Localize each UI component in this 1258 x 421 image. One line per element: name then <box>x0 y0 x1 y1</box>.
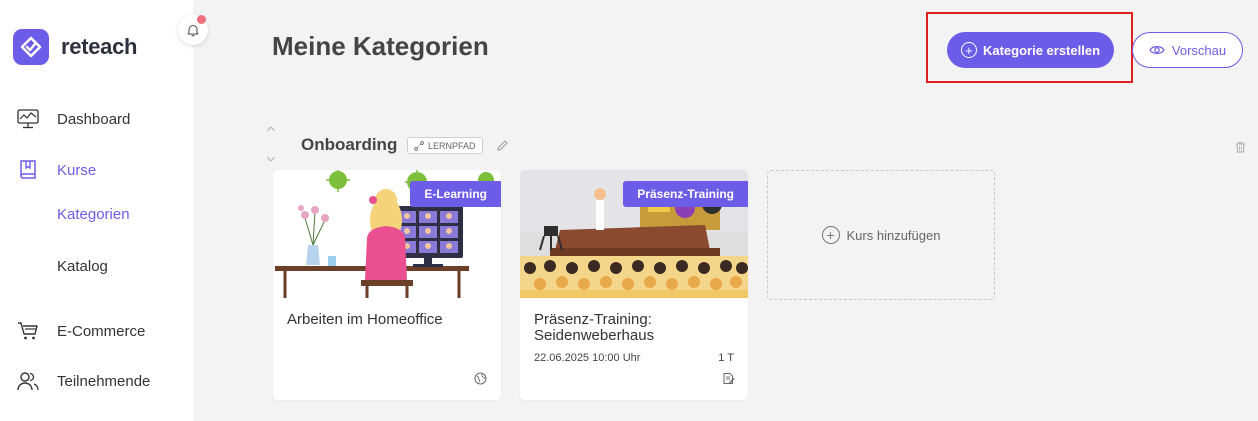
notification-dot <box>197 15 206 24</box>
plus-circle-icon: + <box>821 226 840 244</box>
path-icon <box>414 140 424 151</box>
sidebar: reteach Dashboard Kurse Kategorien Katal… <box>0 0 193 421</box>
logo-icon <box>13 29 49 65</box>
globe-icon <box>474 372 487 390</box>
course-card-homeoffice[interactable]: E-Learning Arbeiten im Homeoffice <box>273 170 501 400</box>
course-title-line1: Präsenz-Training: <box>534 311 652 328</box>
sidebar-item-label: E-Commerce <box>57 322 146 340</box>
bell-icon <box>187 24 199 37</box>
sidebar-item-label: Kurse <box>57 161 97 179</box>
sidebar-subitem-katalog[interactable]: Katalog <box>57 258 108 275</box>
book-icon <box>16 158 40 182</box>
course-type-tag: Präsenz-Training <box>623 181 748 207</box>
add-course-label: Kurs hinzufügen <box>846 227 941 243</box>
learning-path-badge: LERNPFAD <box>407 137 483 154</box>
sidebar-item-dashboard[interactable]: Dashboard <box>16 107 130 131</box>
course-type-tag: E-Learning <box>410 181 501 207</box>
course-title: Arbeiten im Homeoffice <box>287 311 443 328</box>
course-image: Präsenz-Training <box>520 170 748 298</box>
sidebar-item-label: Teilnehmende <box>57 372 151 390</box>
badge-label: LERNPFAD <box>428 140 476 151</box>
cart-icon <box>16 319 40 343</box>
app: reteach Dashboard Kurse Kategorien Katal… <box>0 0 1258 421</box>
chevron-down-icon[interactable]: ^ <box>267 150 275 164</box>
chevron-up-icon[interactable]: ^ <box>267 124 275 138</box>
edit-document-icon <box>722 372 735 390</box>
sidebar-item-label: Dashboard <box>57 110 131 128</box>
logo[interactable]: reteach <box>13 29 137 65</box>
course-title-line2: Seidenweberhaus <box>534 327 655 344</box>
preview-button[interactable]: Vorschau <box>1132 32 1243 68</box>
page-title: Meine Kategorien <box>272 31 489 61</box>
course-date: 22.06.2025 10:00 Uhr <box>534 352 641 364</box>
sidebar-subitem-kategorien[interactable]: Kategorien <box>57 206 130 223</box>
add-course-button[interactable]: + Kurs hinzufügen <box>767 170 995 300</box>
edit-pencil-icon[interactable] <box>496 139 509 157</box>
sidebar-item-kurse[interactable]: Kurse <box>16 158 96 182</box>
category-title: Onboarding <box>301 135 398 154</box>
logo-text: reteach <box>61 34 138 59</box>
eye-icon <box>1149 46 1165 54</box>
users-icon <box>16 369 40 393</box>
sidebar-item-teilnehmende[interactable]: Teilnehmende <box>16 369 150 393</box>
delete-trash-icon[interactable] <box>1235 140 1246 158</box>
dashboard-icon <box>16 107 40 131</box>
course-duration: 1 T <box>718 352 734 364</box>
course-card-praesenz[interactable]: Präsenz-Training Präsenz-Training: Seide… <box>520 170 748 400</box>
sidebar-item-ecommerce[interactable]: E-Commerce <box>16 319 145 343</box>
highlight-box <box>926 12 1133 83</box>
preview-label: Vorschau <box>1171 42 1227 58</box>
notification-button[interactable] <box>178 15 208 45</box>
course-image: E-Learning <box>273 170 501 298</box>
